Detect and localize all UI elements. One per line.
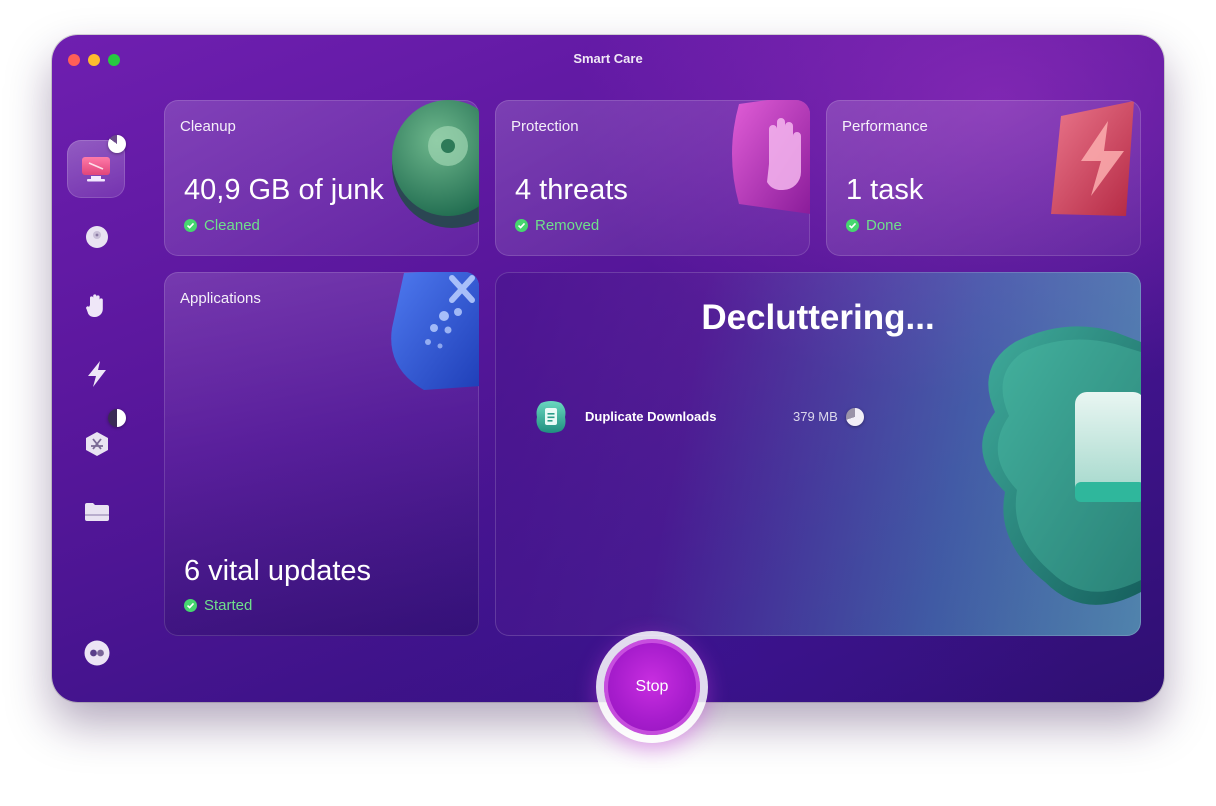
shield-hand-3d-icon (732, 100, 810, 214)
cleanup-card[interactable]: Cleanup 40,9 GB of junk Cleaned (164, 100, 479, 256)
applications-title: Applications (180, 290, 261, 307)
performance-value: 1 task (846, 174, 924, 206)
protection-status: Removed (515, 217, 599, 234)
protection-status-text: Removed (535, 217, 600, 234)
protection-card[interactable]: Protection 4 threats Removed (495, 100, 810, 256)
disk-3d-icon (392, 100, 479, 228)
task-progress-icon (846, 408, 864, 426)
cleanup-status-text: Cleaned (204, 217, 260, 234)
folder-icon (85, 503, 109, 521)
check-icon (184, 219, 197, 232)
applications-status: Started (184, 597, 252, 614)
cleanup-value: 40,9 GB of junk (184, 174, 384, 206)
task-name: Duplicate Downloads (585, 409, 717, 424)
sidebar (52, 35, 152, 702)
sidebar-item-applications[interactable] (80, 427, 114, 461)
task-size: 379 MB (793, 409, 838, 424)
app-window: Smart Care Cleanup 40,9 GB of junk Clean… (52, 35, 1164, 702)
decluttering-panel: Decluttering... Duplicate Downloads 379 … (495, 272, 1141, 636)
lightning-icon (88, 361, 106, 387)
check-icon (184, 599, 197, 612)
applications-card[interactable]: Applications 6 vital updates Started (164, 272, 479, 636)
performance-status-text: Done (866, 217, 902, 234)
performance-title: Performance (842, 118, 928, 135)
applications-value: 6 vital updates (184, 555, 372, 587)
performance-status: Done (846, 217, 902, 234)
assistant-icon (84, 640, 110, 666)
performance-card[interactable]: Performance 1 task Done (826, 100, 1141, 256)
protection-title: Protection (511, 118, 579, 135)
cleanup-status: Cleaned (184, 217, 260, 234)
disk-icon (86, 226, 108, 248)
sidebar-item-files[interactable] (80, 495, 114, 529)
sidebar-item-cleanup[interactable] (80, 220, 114, 254)
hand-icon (86, 294, 103, 317)
decluttering-heading: Decluttering... (701, 298, 935, 337)
applications-status-text: Started (204, 597, 253, 614)
protection-value: 4 threats (515, 174, 628, 206)
sidebar-item-protection[interactable] (80, 289, 114, 323)
sidebar-item-performance[interactable] (80, 357, 114, 391)
cleanup-progress-icon (108, 135, 126, 153)
stop-button[interactable]: Stop (604, 639, 700, 735)
lightning-3d-icon (1051, 101, 1134, 216)
stop-button-ring: Stop (596, 631, 708, 743)
task-row: Duplicate Downloads 379 MB (533, 399, 893, 435)
duplicate-file-icon (536, 401, 566, 433)
monitor-icon (82, 157, 110, 182)
check-icon (515, 219, 528, 232)
app-store-icon (86, 432, 108, 456)
cleanup-title: Cleanup (180, 118, 236, 135)
window-title: Smart Care (573, 51, 643, 66)
folder-3d-icon (982, 326, 1141, 605)
applications-progress-icon (108, 409, 126, 427)
check-icon (846, 219, 859, 232)
assistant-button[interactable] (80, 636, 114, 670)
app-store-3d-icon (391, 272, 479, 390)
